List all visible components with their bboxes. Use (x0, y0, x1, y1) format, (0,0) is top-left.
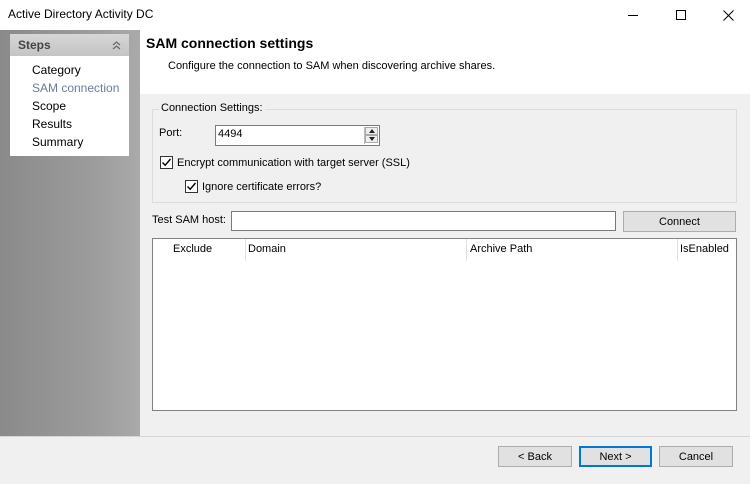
archive-shares-table[interactable]: Exclude Domain Archive Path IsEnabled (152, 238, 737, 411)
collapse-chevron-icon[interactable] (112, 40, 121, 50)
step-category: Category (32, 63, 81, 77)
step-results: Results (32, 117, 73, 131)
window-title: Active Directory Activity DC (8, 7, 154, 21)
step-summary: Summary (32, 135, 84, 149)
next-button[interactable]: Next > (579, 446, 652, 467)
port-spinner (364, 127, 378, 144)
close-button[interactable] (705, 0, 750, 30)
port-label: Port: (159, 127, 183, 139)
step-sam-connection: SAM connection (32, 81, 120, 95)
ssl-checkbox-label: Encrypt communication with target server… (177, 156, 410, 169)
page-title: SAM connection settings (146, 35, 314, 51)
close-icon (722, 9, 734, 21)
steps-list: Category SAM connection Scope Results Su… (10, 56, 129, 152)
steps-title: Steps (18, 38, 51, 52)
steps-panel: Steps Category SAM connection Scope Resu… (10, 34, 129, 156)
port-stepper[interactable]: 4494 (215, 125, 380, 146)
column-header-exclude[interactable]: Exclude (173, 243, 212, 255)
minimize-button[interactable] (610, 0, 656, 30)
back-button[interactable]: < Back (498, 446, 572, 467)
port-value[interactable]: 4494 (218, 128, 242, 140)
ssl-checkbox-row[interactable]: Encrypt communication with target server… (160, 156, 410, 169)
footer-divider (0, 436, 750, 437)
test-host-input[interactable] (231, 211, 616, 231)
connect-button[interactable]: Connect (623, 211, 736, 232)
connection-settings-legend: Connection Settings: (159, 102, 265, 114)
column-divider[interactable] (466, 239, 467, 261)
checkmark-icon (162, 158, 172, 167)
column-header-domain[interactable]: Domain (248, 243, 286, 255)
column-divider[interactable] (677, 239, 678, 261)
column-header-isenabled[interactable]: IsEnabled (680, 243, 729, 255)
column-divider[interactable] (245, 239, 246, 261)
arrow-down-icon (368, 137, 375, 141)
cert-checkbox-row[interactable]: Ignore certificate errors? (185, 180, 321, 193)
table-header: Exclude Domain Archive Path IsEnabled (153, 239, 736, 261)
minimize-icon (628, 14, 638, 16)
page-description: Configure the connection to SAM when dis… (168, 60, 496, 72)
page-header: SAM connection settings Configure the co… (140, 30, 750, 94)
cancel-button[interactable]: Cancel (659, 446, 733, 467)
ignore-cert-checkbox-label: Ignore certificate errors? (202, 180, 322, 193)
checkmark-icon (187, 182, 197, 191)
ignore-cert-checkbox[interactable] (185, 180, 198, 193)
port-increment-button[interactable] (365, 127, 378, 135)
arrow-up-icon (368, 129, 375, 133)
column-header-archive-path[interactable]: Archive Path (470, 243, 532, 255)
port-decrement-button[interactable] (365, 135, 378, 143)
title-bar: Active Directory Activity DC (0, 0, 750, 30)
sidebar-panel: Steps Category SAM connection Scope Resu… (0, 30, 140, 436)
maximize-icon (676, 10, 686, 20)
test-host-label: Test SAM host: (152, 214, 226, 226)
ssl-checkbox[interactable] (160, 156, 173, 169)
steps-header[interactable]: Steps (10, 34, 129, 56)
step-scope: Scope (32, 99, 67, 113)
maximize-button[interactable] (658, 0, 704, 30)
